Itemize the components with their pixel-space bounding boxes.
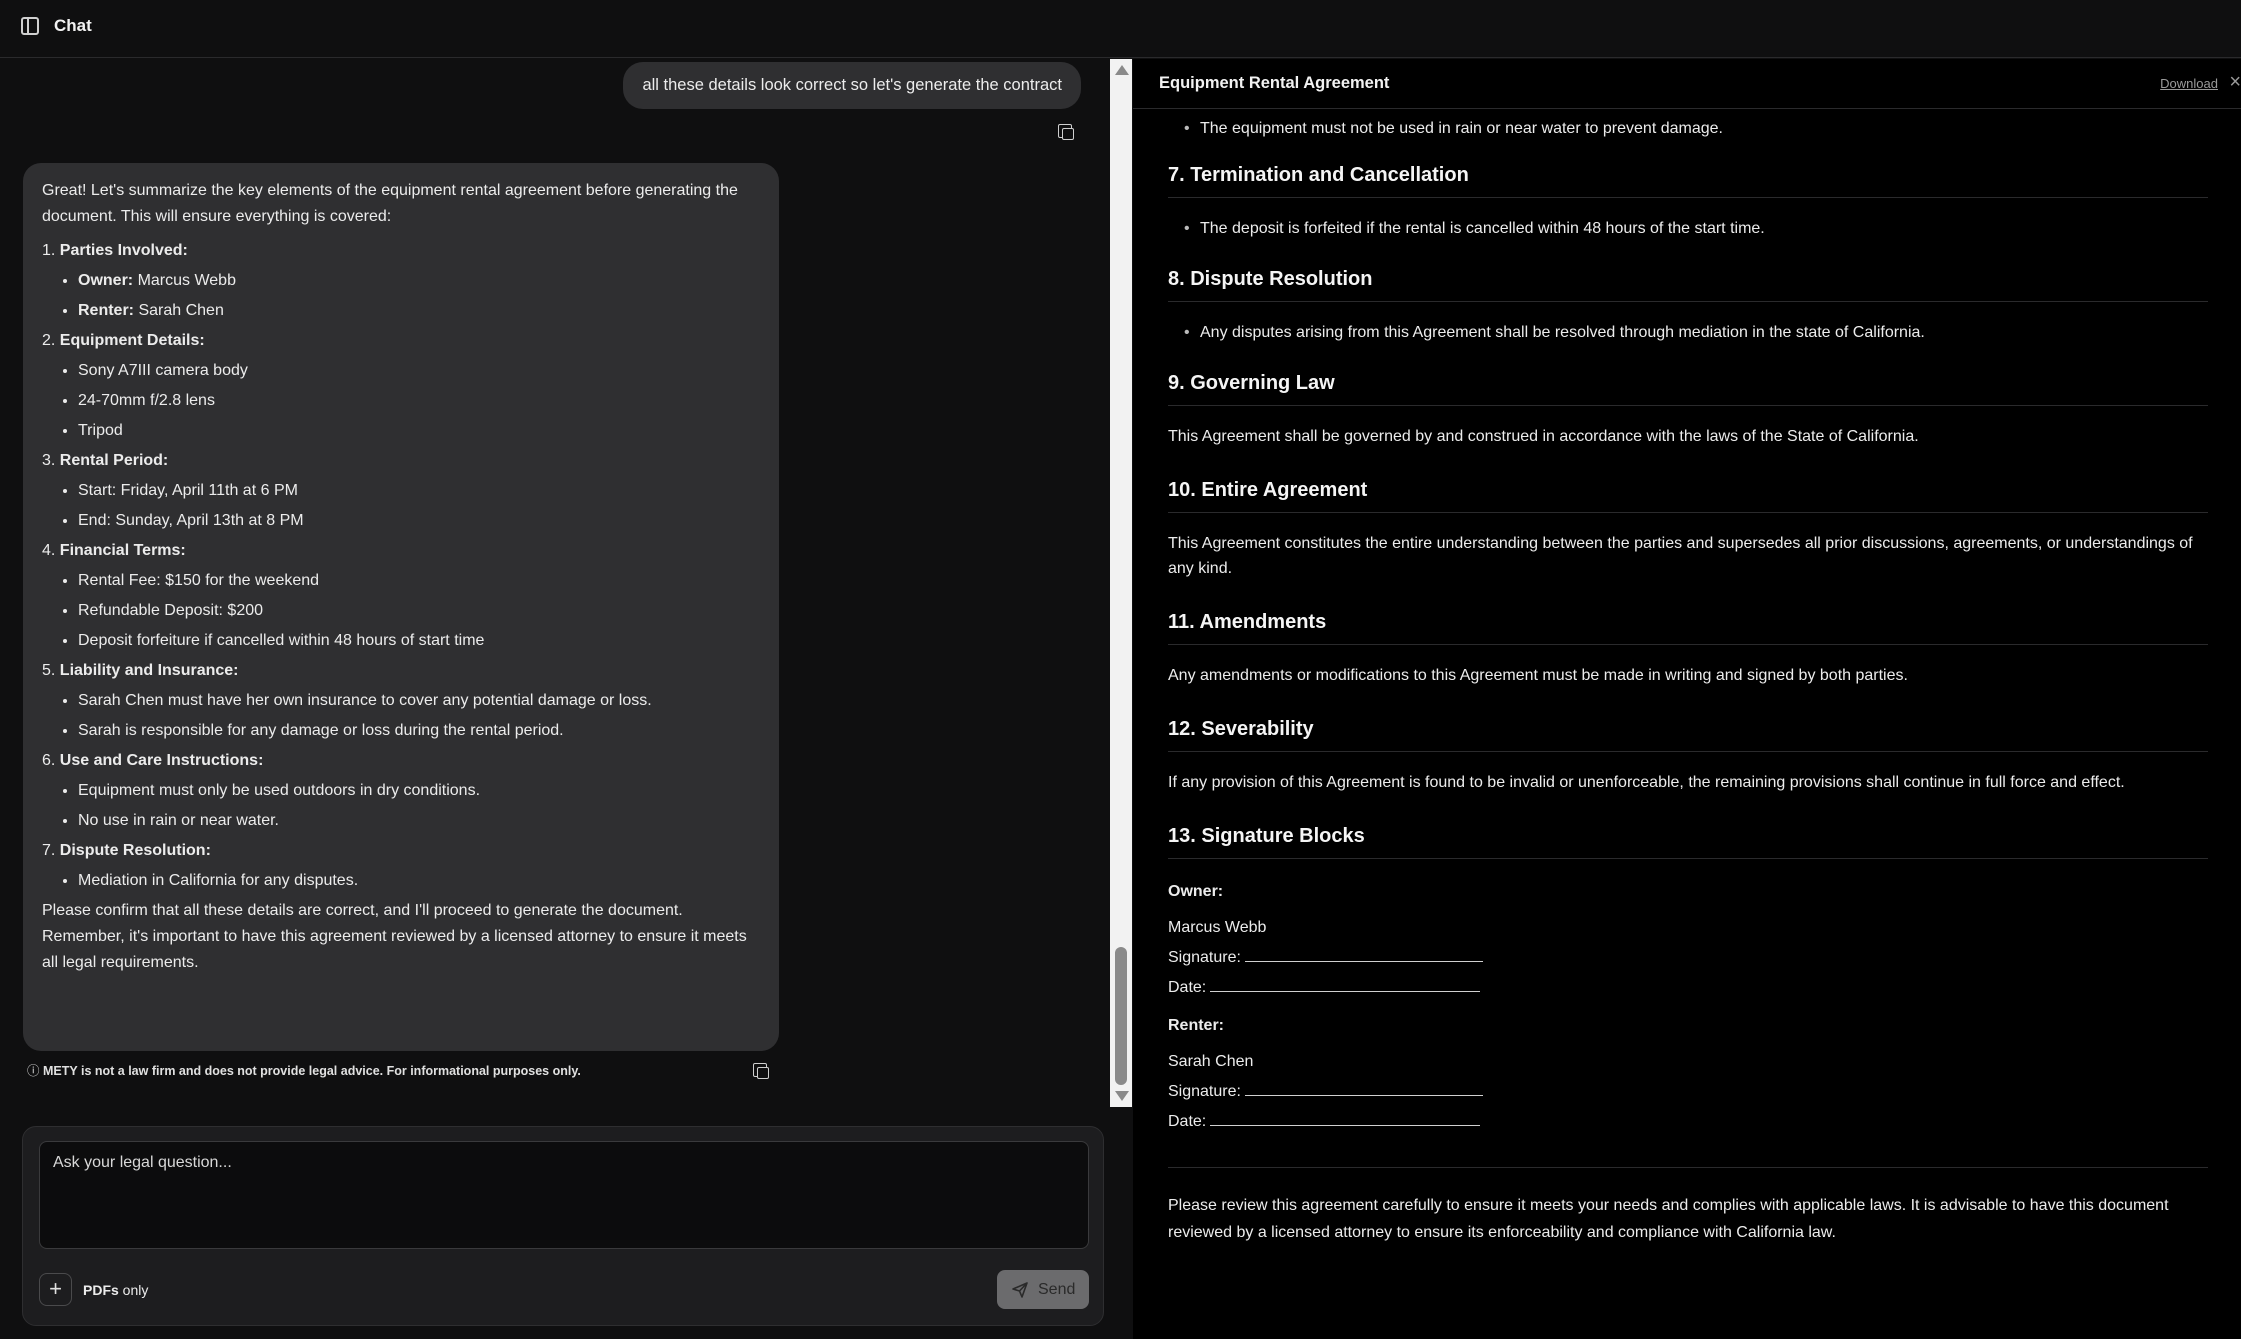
list-item: Deposit forfeiture if cancelled within 4… bbox=[78, 628, 760, 654]
renter-label: Renter: bbox=[1168, 1017, 1225, 1034]
copy-icon[interactable] bbox=[1058, 124, 1074, 140]
summary-list: Sony A7III camera body 24-70mm f/2.8 lens… bbox=[42, 358, 760, 444]
info-icon: ⓘ bbox=[27, 1064, 40, 1078]
document-body: The equipment must not be used in rain o… bbox=[1168, 109, 2208, 1246]
section-heading: 12. Severability bbox=[1168, 718, 2208, 752]
owner-signature-line: Signature: bbox=[1168, 943, 2208, 973]
summary-section-heading: 6. Use and Care Instructions: bbox=[42, 752, 264, 769]
summary-section-heading: 2. Equipment Details: bbox=[42, 332, 205, 349]
summary-section-heading: 5. Liability and Insurance: bbox=[42, 662, 239, 679]
owner-date-line: Date: bbox=[1168, 973, 2208, 1003]
list-item: Tripod bbox=[78, 418, 760, 444]
question-input[interactable]: Ask your legal question... bbox=[39, 1141, 1089, 1249]
summary-list: 1. Parties Involved: Owner: Marcus Webb Re… bbox=[42, 238, 760, 894]
renter-date-line: Date: bbox=[1168, 1107, 2208, 1137]
summary-list: Sarah Chen must have her own insurance t… bbox=[42, 688, 760, 744]
scroll-up-arrow-icon[interactable] bbox=[1115, 65, 1129, 75]
send-icon bbox=[1012, 1282, 1028, 1298]
composer: Ask your legal question... + PDFs only S… bbox=[22, 1126, 1104, 1326]
renter-signature-line: Signature: bbox=[1168, 1077, 2208, 1107]
download-link[interactable]: Download bbox=[2160, 76, 2218, 91]
summary-list: Start: Friday, April 11th at 6 PM End: Su… bbox=[42, 478, 760, 534]
list-item: Sarah Chen must have her own insurance t… bbox=[78, 688, 760, 714]
renter-name: Sarah Chen bbox=[1168, 1053, 1254, 1070]
owner-label: Owner: bbox=[1168, 883, 1224, 900]
copy-icon[interactable] bbox=[753, 1063, 769, 1079]
close-icon[interactable]: × bbox=[2229, 71, 2241, 94]
send-label: Send bbox=[1038, 1281, 1076, 1298]
section-heading: 9. Governing Law bbox=[1168, 372, 2208, 406]
list-item: Refundable Deposit: $200 bbox=[78, 598, 760, 624]
summary-list: Rental Fee: $150 for the weekend Refundab… bbox=[42, 568, 760, 654]
disclaimer: ⓘ METY is not a law firm and does not pr… bbox=[27, 1060, 581, 1079]
list-item: Rental Fee: $150 for the weekend bbox=[78, 568, 760, 594]
document-footer-note: Please review this agreement carefully t… bbox=[1168, 1197, 2169, 1241]
pdfs-only-label: PDFs only bbox=[83, 1282, 149, 1298]
scroll-down-arrow-icon[interactable] bbox=[1115, 1091, 1129, 1101]
section-text: This Agreement constitutes the entire un… bbox=[1168, 535, 2193, 577]
divider bbox=[1168, 1167, 2208, 1168]
list-item: Sarah is responsible for any damage or l… bbox=[78, 718, 760, 744]
list-item: End: Sunday, April 13th at 8 PM bbox=[78, 508, 760, 534]
document-panel: Equipment Rental Agreement Download × Th… bbox=[1133, 59, 2241, 1339]
page-title: Chat bbox=[54, 16, 92, 35]
list-item: Any disputes arising from this Agreement… bbox=[1168, 320, 2208, 346]
summary-section-heading: 7. Dispute Resolution: bbox=[42, 842, 211, 859]
section-text: Any amendments or modifications to this … bbox=[1168, 667, 1908, 684]
section-heading: 10. Entire Agreement bbox=[1168, 479, 2208, 513]
list-item: The equipment must not be used in rain o… bbox=[1168, 116, 2208, 142]
list-item: Sony A7III camera body bbox=[78, 358, 760, 384]
list-item: The deposit is forfeited if the rental i… bbox=[1168, 216, 2208, 242]
scrollbar-thumb[interactable] bbox=[1115, 947, 1127, 1085]
section-text: This Agreement shall be governed by and … bbox=[1168, 428, 1919, 445]
summary-list: Mediation in California for any disputes… bbox=[42, 868, 760, 894]
section-text: If any provision of this Agreement is fo… bbox=[1168, 774, 2125, 791]
sidebar-toggle-icon[interactable] bbox=[21, 17, 39, 35]
list-item: No use in rain or near water. bbox=[78, 808, 760, 834]
chat-scrollbar[interactable] bbox=[1110, 59, 1132, 1107]
assistant-closing: Please confirm that all these details ar… bbox=[42, 902, 747, 971]
section-heading: 11. Amendments bbox=[1168, 611, 2208, 645]
summary-section-heading: 1. Parties Involved: bbox=[42, 242, 188, 259]
assistant-message: Great! Let's summarize the key elements … bbox=[23, 163, 779, 1051]
assistant-intro: Great! Let's summarize the key elements … bbox=[42, 182, 738, 225]
section-heading: 7. Termination and Cancellation bbox=[1168, 164, 2208, 198]
section-heading: 13. Signature Blocks bbox=[1168, 825, 2208, 859]
summary-section-heading: 3. Rental Period: bbox=[42, 452, 169, 469]
summary-list: Equipment must only be used outdoors in … bbox=[42, 778, 760, 834]
list-item: Mediation in California for any disputes… bbox=[78, 868, 760, 894]
top-bar: Chat bbox=[0, 0, 2241, 58]
list-item: Start: Friday, April 11th at 6 PM bbox=[78, 478, 760, 504]
owner-name: Marcus Webb bbox=[1168, 919, 1267, 936]
list-item: 24-70mm f/2.8 lens bbox=[78, 388, 760, 414]
send-button[interactable]: Send bbox=[997, 1270, 1089, 1309]
summary-section-heading: 4. Financial Terms: bbox=[42, 542, 186, 559]
disclaimer-text: METY is not a law firm and does not prov… bbox=[43, 1064, 581, 1078]
user-message: all these details look correct so let's … bbox=[623, 62, 1081, 109]
section-heading: 8. Dispute Resolution bbox=[1168, 268, 2208, 302]
attach-button[interactable]: + bbox=[39, 1273, 72, 1306]
document-header: Equipment Rental Agreement Download × bbox=[1133, 59, 2241, 109]
list-item: Owner: Marcus Webb bbox=[78, 268, 760, 294]
list-item: Equipment must only be used outdoors in … bbox=[78, 778, 760, 804]
list-item: Renter: Sarah Chen bbox=[78, 298, 760, 324]
document-title: Equipment Rental Agreement bbox=[1159, 74, 1390, 92]
summary-list: Owner: Marcus Webb Renter: Sarah Chen bbox=[42, 268, 760, 324]
chat-panel: all these details look correct so let's … bbox=[0, 59, 1110, 1079]
